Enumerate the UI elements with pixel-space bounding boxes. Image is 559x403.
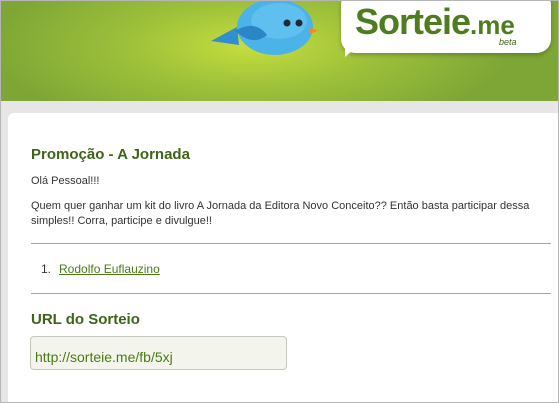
winner-number: 1.	[41, 262, 52, 276]
url-section-heading: URL do Sorteio	[31, 311, 140, 328]
page-frame: Sorteie.me beta Promoção - A Jornada Olá…	[0, 0, 559, 403]
raffle-url-text[interactable]: http://sorteie.me/fb/5xj	[35, 349, 173, 365]
raffle-title: Promoção - A Jornada	[31, 146, 190, 163]
logo-main-text: Sorteie	[355, 1, 471, 42]
header-banner: Sorteie.me beta	[1, 1, 558, 101]
raffle-description-line: Quem quer ganhar um kit do livro A Jorna…	[31, 200, 530, 212]
winner-link[interactable]: Rodolfo Euflauzino	[59, 262, 160, 276]
raffle-greeting: Olá Pessoal!!!	[31, 175, 100, 187]
raffle-description: Quem quer ganhar um kit do livro A Jorna…	[31, 199, 529, 229]
list-item: 1. Rodolfo Euflauzino	[41, 262, 160, 276]
site-logo[interactable]: Sorteie.me	[355, 1, 515, 47]
bird-mascot-icon	[211, 1, 318, 55]
logo-suffix-text: .me	[470, 10, 515, 40]
winners-list: 1. Rodolfo Euflauzino	[41, 262, 160, 276]
raffle-description-line: simples!! Corra, participe e divulgue!!	[31, 215, 212, 227]
divider	[31, 293, 551, 294]
beta-label: beta	[499, 37, 517, 47]
raffle-url-field[interactable]: http://sorteie.me/fb/5xj	[30, 336, 287, 370]
divider	[31, 243, 551, 244]
